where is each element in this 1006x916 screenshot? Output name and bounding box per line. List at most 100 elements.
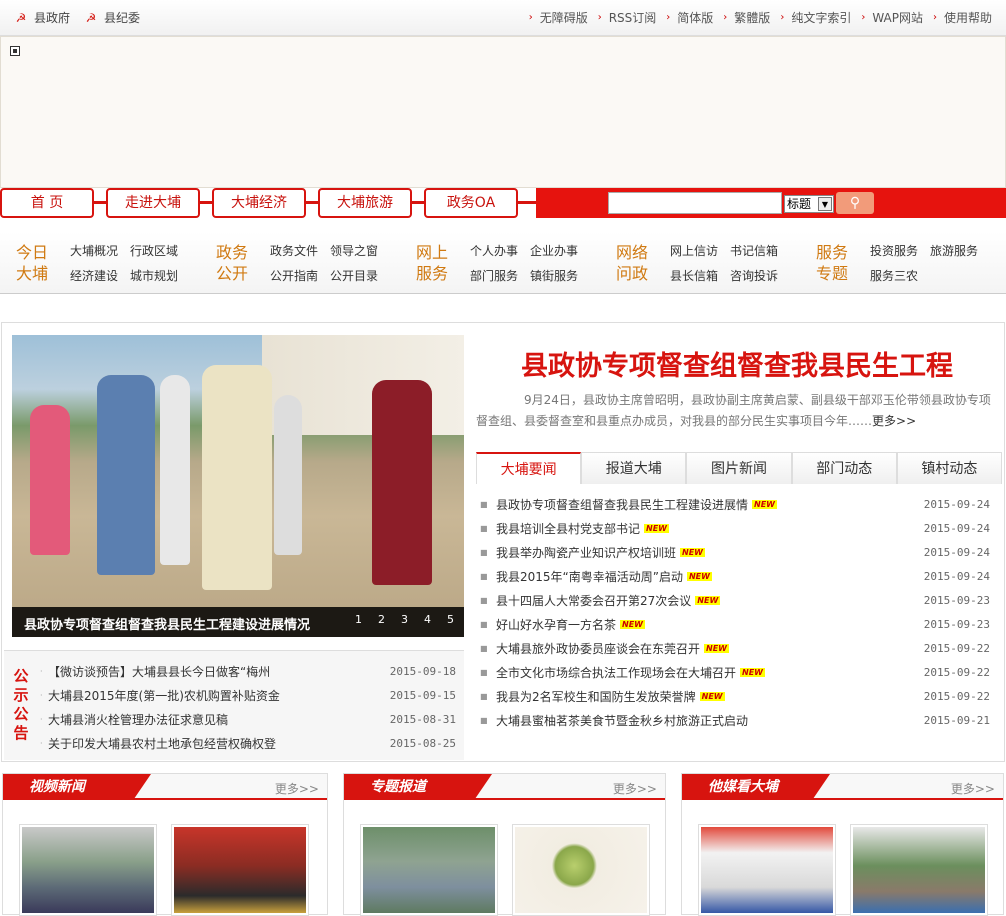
news-title[interactable]: 我县举办陶瓷产业知识产权培训班 <box>496 544 676 561</box>
top-link-help[interactable]: › 使用帮助 <box>933 9 992 26</box>
more-link[interactable]: 更多>> <box>275 780 319 797</box>
top-link-discipline[interactable]: ☭ 县纪委 <box>84 9 140 26</box>
top-link-accessible[interactable]: › 无障碍版 <box>529 9 588 26</box>
notice-item[interactable]: · 大埔县消火栓管理办法征求意见稿 2015-08-31 <box>40 707 456 731</box>
quick-group-inquiry: 网络问政 网上信访 书记信箱 县长信箱 咨询投诉 <box>600 232 800 294</box>
top-left-links: ☭ 县政府 ☭ 县纪委 <box>14 9 140 26</box>
notice-item[interactable]: · 关于印发大埔县农村土地承包经营权确权登 2015-08-25 <box>40 731 456 755</box>
quick-link[interactable]: 经济建设 <box>70 267 130 284</box>
tab-photo-news[interactable]: 图片新闻 <box>686 452 792 484</box>
news-item[interactable]: ■ 我县为2名军校生和国防生发放荣誉牌 NEW 2015-09-22 <box>480 684 990 708</box>
quick-link[interactable]: 大埔概况 <box>70 242 130 259</box>
top-link-county-gov[interactable]: ☭ 县政府 <box>14 9 70 26</box>
quick-group-title[interactable]: 服务专题 <box>816 242 850 284</box>
nav-economy[interactable]: 大埔经济 <box>212 188 306 218</box>
video-thumb[interactable] <box>19 824 157 916</box>
news-title[interactable]: 我县2015年“南粤幸福活动周”启动 <box>496 568 683 585</box>
nav-about[interactable]: 走进大埔 <box>106 188 200 218</box>
headline-photo[interactable]: 县政协专项督查组督查我县民生工程建设进展情况 1 2 3 4 5 <box>12 335 464 637</box>
quick-link[interactable]: 个人办事 <box>470 242 530 259</box>
notice-title[interactable]: 【微访谈预告】大埔县县长今日做客“梅州 <box>48 663 376 680</box>
search-input[interactable] <box>608 192 782 214</box>
quick-link[interactable]: 城市规划 <box>130 267 190 284</box>
tab-reports[interactable]: 报道大埔 <box>581 452 687 484</box>
news-item[interactable]: ■ 全市文化市场综合执法工作现场会在大埔召开 NEW 2015-09-22 <box>480 660 990 684</box>
slide-page[interactable]: 5 <box>447 613 454 626</box>
top-link-traditional[interactable]: › 繁體版 <box>723 9 770 26</box>
quick-group-title[interactable]: 网络问政 <box>616 242 650 284</box>
tab-department[interactable]: 部门动态 <box>791 452 897 484</box>
nav-home[interactable]: 首 页 <box>0 188 94 218</box>
section-title: 视频新闻 <box>3 774 151 800</box>
news-item[interactable]: ■ 我县2015年“南粤幸福活动周”启动 NEW 2015-09-24 <box>480 564 990 588</box>
news-title[interactable]: 全市文化市场综合执法工作现场会在大埔召开 <box>496 664 736 681</box>
media-thumb[interactable] <box>698 824 836 916</box>
notice-title[interactable]: 大埔县2015年度(第一批)农机购置补贴资金 <box>48 687 376 704</box>
special-thumb[interactable] <box>512 824 650 916</box>
news-date: 2015-09-24 <box>923 521 990 535</box>
news-title[interactable]: 好山好水孕育一方名茶 <box>496 616 616 633</box>
video-thumb[interactable] <box>171 824 309 916</box>
photo-caption[interactable]: 县政协专项督查组督查我县民生工程建设进展情况 <box>24 614 310 633</box>
notice-title[interactable]: 大埔县消火栓管理办法征求意见稿 <box>48 711 376 728</box>
more-link[interactable]: 更多>> <box>872 414 916 428</box>
quick-link[interactable]: 旅游服务 <box>930 242 990 259</box>
media-thumb[interactable] <box>850 824 988 916</box>
notice-date: 2015-09-18 <box>389 664 456 678</box>
news-item[interactable]: ■ 我县培训全县村党支部书记 NEW 2015-09-24 <box>480 516 990 540</box>
quick-link[interactable]: 企业办事 <box>530 242 590 259</box>
slide-page[interactable]: 3 <box>401 613 408 626</box>
news-title[interactable]: 我县为2名军校生和国防生发放荣誉牌 <box>496 688 696 705</box>
quick-link[interactable]: 网上信访 <box>670 242 730 259</box>
quick-link[interactable]: 县长信箱 <box>670 267 730 284</box>
news-item[interactable]: ■ 好山好水孕育一方名茶 NEW 2015-09-23 <box>480 612 990 636</box>
news-title[interactable]: 大埔县旅外政协委员座谈会在东莞召开 <box>496 640 700 657</box>
news-title[interactable]: 县十四届人大常委会召开第27次会议 <box>496 592 691 609</box>
quick-link[interactable]: 投资服务 <box>870 242 930 259</box>
quick-group-title[interactable]: 网上服务 <box>416 242 450 284</box>
notice-title[interactable]: 关于印发大埔县农村土地承包经营权确权登 <box>48 735 376 752</box>
tab-county-news[interactable]: 大埔要闻 <box>476 452 582 484</box>
news-title[interactable]: 大埔县蜜柚茗茶美食节暨金秋乡村旅游正式启动 <box>496 712 748 729</box>
notice-item[interactable]: · 大埔县2015年度(第一批)农机购置补贴资金 2015-09-15 <box>40 683 456 707</box>
quick-group-title[interactable]: 今日大埔 <box>16 242 50 284</box>
more-link[interactable]: 更多>> <box>951 780 995 797</box>
quick-group-title[interactable]: 政务公开 <box>216 242 250 284</box>
quick-link[interactable]: 公开目录 <box>330 267 390 284</box>
quick-link[interactable]: 行政区域 <box>130 242 190 259</box>
top-link-wap[interactable]: › WAP网站 <box>861 9 923 26</box>
nav-oa[interactable]: 政务OA <box>424 188 518 218</box>
slide-page[interactable]: 2 <box>378 613 385 626</box>
quick-link[interactable]: 咨询投诉 <box>730 267 790 284</box>
quick-link[interactable]: 部门服务 <box>470 267 530 284</box>
news-item[interactable]: ■ 大埔县旅外政协委员座谈会在东莞召开 NEW 2015-09-22 <box>480 636 990 660</box>
news-date: 2015-09-23 <box>923 593 990 607</box>
slide-page[interactable]: 4 <box>424 613 431 626</box>
quick-link[interactable]: 书记信箱 <box>730 242 790 259</box>
quick-link[interactable]: 公开指南 <box>270 267 330 284</box>
quick-link[interactable]: 领导之窗 <box>330 242 390 259</box>
nav-tourism[interactable]: 大埔旅游 <box>318 188 412 218</box>
news-item[interactable]: ■ 县十四届人大常委会召开第27次会议 NEW 2015-09-23 <box>480 588 990 612</box>
news-item[interactable]: ■ 我县举办陶瓷产业知识产权培训班 NEW 2015-09-24 <box>480 540 990 564</box>
headline-title[interactable]: 县政协专项督查组督查我县民生工程 <box>476 344 998 383</box>
news-title[interactable]: 我县培训全县村党支部书记 <box>496 520 640 537</box>
top-link-rss[interactable]: › RSS订阅 <box>598 9 657 26</box>
quick-link[interactable]: 镇街服务 <box>530 267 590 284</box>
quick-link[interactable]: 服务三农 <box>870 267 930 284</box>
top-link-simplified[interactable]: › 简体版 <box>666 9 713 26</box>
news-item[interactable]: ■ 县政协专项督查组督查我县民生工程建设进展情 NEW 2015-09-24 <box>480 492 990 516</box>
special-thumb[interactable] <box>360 824 498 916</box>
search-field-select[interactable]: 标题 ▼ <box>784 195 834 213</box>
news-title[interactable]: 县政协专项督查组督查我县民生工程建设进展情 <box>496 496 748 513</box>
more-link[interactable]: 更多>> <box>613 780 657 797</box>
main-nav: 首 页 走进大埔 大埔经济 大埔旅游 政务OA 标题 ▼ ⚲ <box>0 188 1006 218</box>
photo-person <box>274 395 302 555</box>
quick-link[interactable]: 政务文件 <box>270 242 330 259</box>
slide-page[interactable]: 1 <box>355 613 362 626</box>
top-link-text-index[interactable]: › 纯文字索引 <box>780 9 851 26</box>
search-button[interactable]: ⚲ <box>836 192 874 214</box>
notice-item[interactable]: · 【微访谈预告】大埔县县长今日做客“梅州 2015-09-18 <box>40 659 456 683</box>
tab-town[interactable]: 镇村动态 <box>896 452 1003 484</box>
news-item[interactable]: ■ 大埔县蜜柚茗茶美食节暨金秋乡村旅游正式启动 2015-09-21 <box>480 708 990 732</box>
